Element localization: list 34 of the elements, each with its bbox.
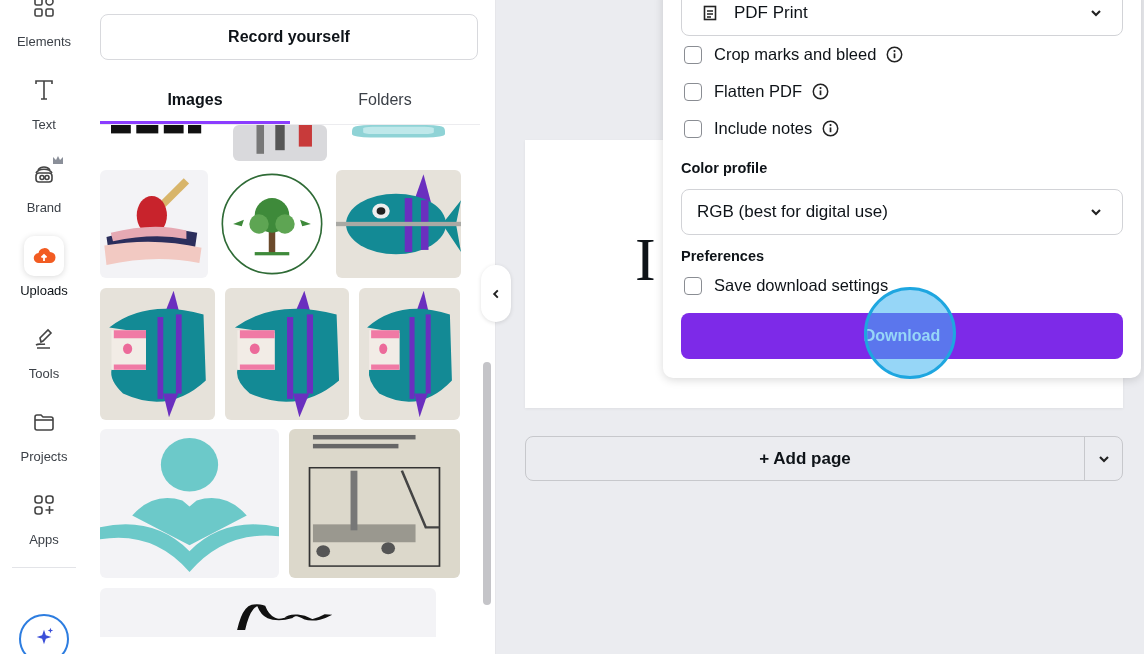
checkbox[interactable] — [684, 119, 702, 138]
color-profile-value: RGB (best for digital use) — [697, 202, 889, 222]
file-type-value: PDF Print — [734, 3, 809, 23]
apps-icon — [32, 493, 56, 517]
record-button[interactable]: Record yourself — [100, 14, 478, 60]
option-label: Include notes — [714, 119, 813, 138]
page-text: I — [635, 228, 656, 290]
section-label: Color profile — [681, 159, 769, 178]
text-icon — [32, 78, 56, 102]
shapes-icon — [32, 0, 56, 19]
file-type-dropdown[interactable]: PDF Print — [681, 0, 1123, 36]
rail-item[interactable]: Tools — [4, 307, 84, 390]
rail-item[interactable]: Apps — [4, 473, 84, 556]
document-icon — [702, 5, 718, 21]
checkbox[interactable] — [684, 82, 702, 101]
scrollbar-thumb[interactable] — [483, 362, 491, 605]
section-label: Preferences — [681, 247, 766, 266]
crown-icon — [52, 155, 64, 165]
option-label: Crop marks and bleed — [714, 45, 877, 64]
rail-item[interactable]: Text — [4, 58, 84, 141]
rail-item[interactable]: Uploads — [4, 224, 84, 307]
info-icon[interactable] — [886, 46, 904, 63]
rail-item[interactable]: Projects — [4, 390, 84, 473]
rail-item[interactable]: Brand — [4, 141, 84, 224]
info-icon[interactable] — [812, 83, 830, 100]
rail-item[interactable]: Elements — [4, 0, 84, 58]
info-icon[interactable] — [822, 120, 840, 137]
checkbox[interactable] — [684, 45, 702, 64]
option-label: Flatten PDF — [714, 82, 803, 101]
tab[interactable]: Folders — [290, 79, 480, 124]
option-label: Save download settings — [714, 276, 889, 295]
checkbox[interactable] — [684, 276, 702, 295]
color-profile-dropdown[interactable]: RGB (best for digital use) — [681, 189, 1123, 235]
magic-button[interactable] — [19, 614, 69, 654]
